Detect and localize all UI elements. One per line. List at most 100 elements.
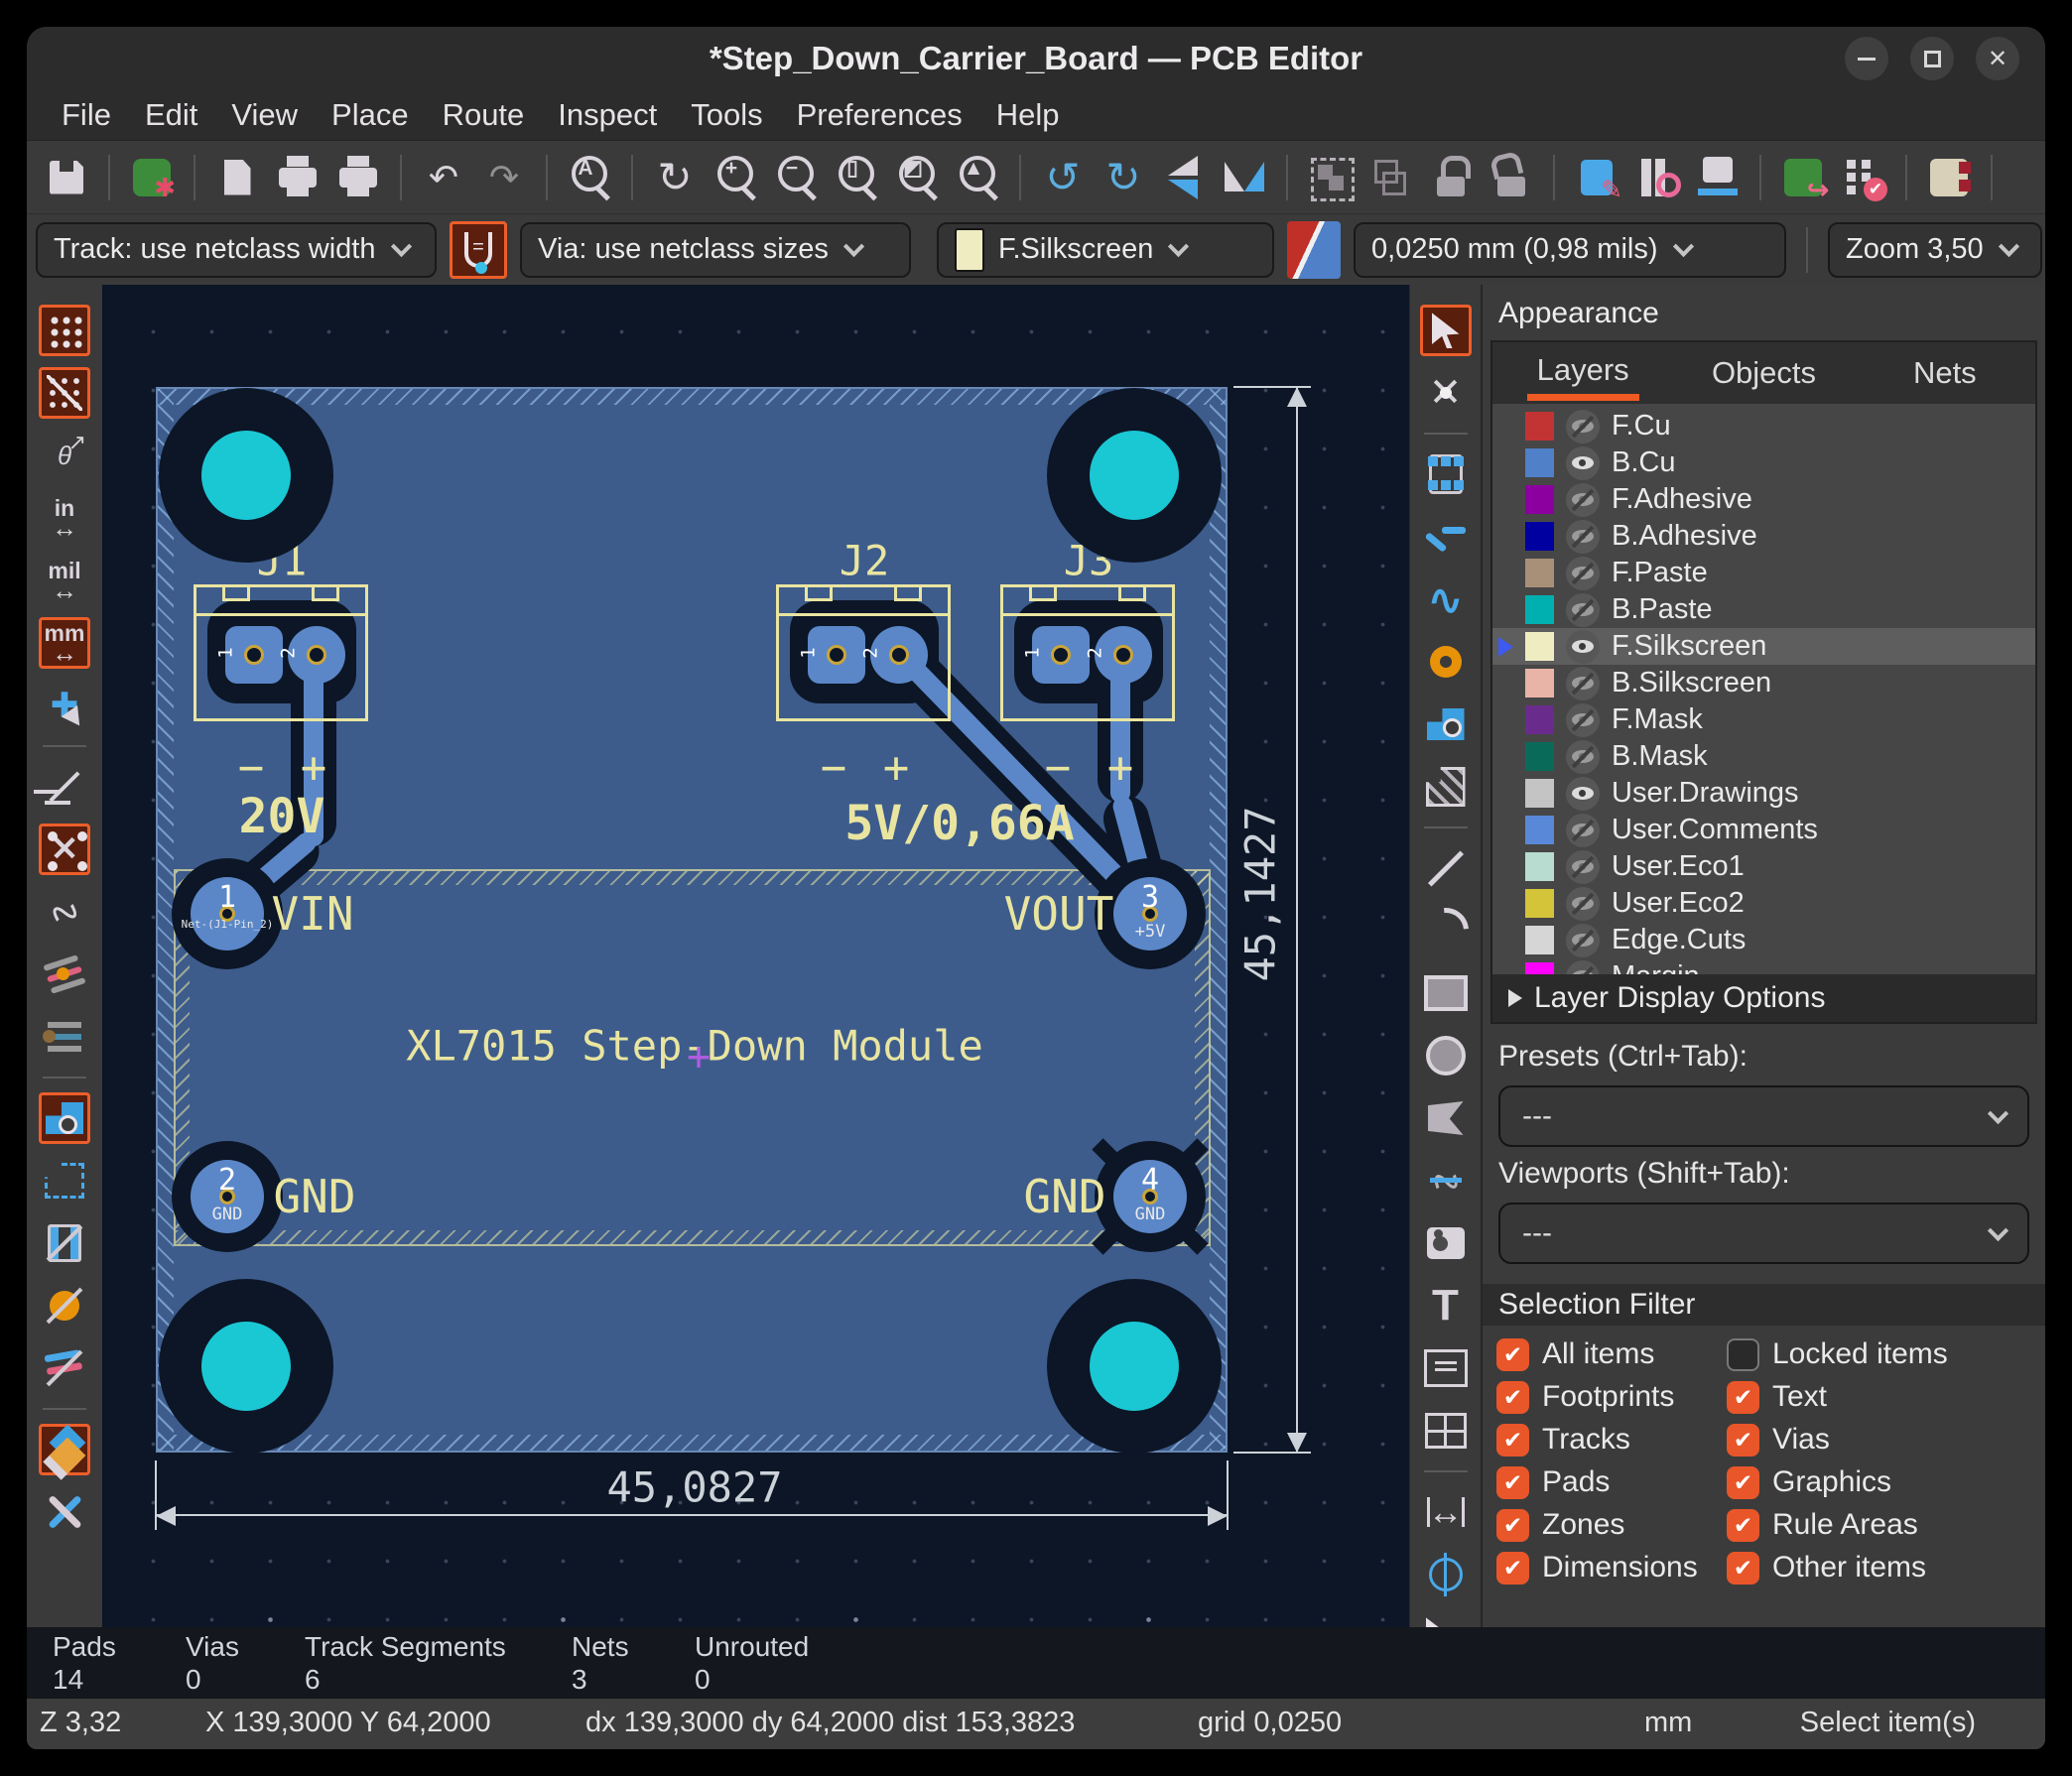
- rotate-cw-icon[interactable]: [1098, 152, 1149, 203]
- add-filled-zone-icon[interactable]: [1420, 698, 1472, 750]
- connector-j3[interactable]: 1 2: [1000, 584, 1175, 721]
- layer-color-swatch[interactable]: [1525, 889, 1554, 918]
- zoom-to-selection-icon[interactable]: ▲: [952, 152, 1003, 203]
- filter-graphics[interactable]: Graphics: [1727, 1465, 2041, 1499]
- filter-rule-areas[interactable]: Rule Areas: [1727, 1508, 2041, 1542]
- grid-origin-icon[interactable]: [1420, 1549, 1472, 1600]
- via-size-select[interactable]: Via: use netclass sizes: [520, 222, 911, 278]
- page-settings-icon[interactable]: [211, 152, 263, 203]
- net-inspector-icon[interactable]: [39, 1011, 90, 1063]
- group-icon[interactable]: [1304, 152, 1356, 203]
- route-tracks-icon[interactable]: [1420, 511, 1472, 563]
- units-inches-icon[interactable]: in: [39, 492, 90, 544]
- visibility-eye-icon[interactable]: [1566, 410, 1600, 444]
- grid-select[interactable]: 0,0250 mm (0,98 mils): [1354, 222, 1786, 278]
- layer-color-swatch[interactable]: [1525, 742, 1554, 771]
- viewports-select[interactable]: ---: [1498, 1203, 2029, 1264]
- undo-icon[interactable]: [418, 152, 469, 203]
- add-image-icon[interactable]: [1420, 1217, 1472, 1269]
- layer-row-fmask[interactable]: F.Mask: [1492, 701, 2035, 738]
- footprint-editor-icon[interactable]: [1571, 152, 1622, 203]
- tab-layers[interactable]: Layers: [1492, 342, 1673, 404]
- layer-row-userdrawings[interactable]: User.Drawings: [1492, 775, 2035, 812]
- layers-manager-icon[interactable]: [39, 1424, 90, 1475]
- mounting-hole[interactable]: [159, 1279, 333, 1454]
- layer-row-badhesive[interactable]: B.Adhesive: [1492, 518, 2035, 555]
- menu-place[interactable]: Place: [315, 97, 426, 133]
- hide-pads-icon[interactable]: [39, 1280, 90, 1332]
- grid-dots-diagonal-icon[interactable]: [39, 367, 90, 419]
- menu-file[interactable]: File: [45, 97, 128, 133]
- auto-track-width-button[interactable]: =: [450, 221, 507, 279]
- flip-horizontal-icon[interactable]: [1219, 152, 1270, 203]
- layer-color-swatch[interactable]: [1525, 595, 1554, 624]
- add-footprint-icon[interactable]: [1420, 448, 1472, 500]
- layer-pair-toggle-icon[interactable]: [1287, 221, 1341, 279]
- unlock-icon[interactable]: [1486, 152, 1537, 203]
- track-width-select[interactable]: Track: use netclass width: [36, 222, 437, 278]
- filter-footprints[interactable]: Footprints: [1496, 1380, 1727, 1414]
- layer-color-swatch[interactable]: [1525, 669, 1554, 698]
- visibility-eye-icon[interactable]: [1566, 667, 1600, 700]
- menu-route[interactable]: Route: [426, 97, 542, 133]
- maximize-button[interactable]: [1910, 37, 1954, 80]
- hide-footprints-icon[interactable]: [39, 1217, 90, 1269]
- layer-row-fadhesive[interactable]: F.Adhesive: [1492, 481, 2035, 518]
- refresh-view-icon[interactable]: [649, 152, 701, 203]
- zoom-out-icon[interactable]: −: [770, 152, 822, 203]
- visibility-eye-icon[interactable]: [1566, 814, 1600, 847]
- layer-color-swatch[interactable]: [1525, 926, 1554, 954]
- visibility-eye-icon[interactable]: [1566, 557, 1600, 590]
- filter-vias[interactable]: Vias: [1727, 1423, 2041, 1457]
- layer-color-swatch[interactable]: [1525, 632, 1554, 661]
- highlight-net-icon[interactable]: [1420, 367, 1472, 419]
- redo-icon[interactable]: [478, 152, 530, 203]
- filter-pads[interactable]: Pads: [1496, 1465, 1727, 1499]
- layer-row-fsilkscreen[interactable]: F.Silkscreen: [1492, 628, 2035, 665]
- board-setup-icon[interactable]: [126, 152, 178, 203]
- pcb-canvas[interactable]: 1 Net-(J1-Pin_2) 3 +5V 2 GND 4 GND: [102, 285, 1409, 1627]
- layer-row-bsilkscreen[interactable]: B.Silkscreen: [1492, 665, 2035, 701]
- layer-row-usercomments[interactable]: User.Comments: [1492, 812, 2035, 848]
- schematic-editor-icon[interactable]: [1923, 152, 1975, 203]
- layer-row-margin[interactable]: Margin: [1492, 958, 2035, 974]
- visibility-eye-icon[interactable]: [1566, 446, 1600, 480]
- menu-inspect[interactable]: Inspect: [541, 97, 674, 133]
- units-mils-icon[interactable]: mil: [39, 555, 90, 606]
- zoom-select[interactable]: Zoom 3,50: [1828, 222, 2042, 278]
- pad-4-gnd[interactable]: 4 GND: [1095, 1141, 1206, 1252]
- visibility-eye-icon[interactable]: [1566, 703, 1600, 737]
- design-rules-checker-icon[interactable]: [1838, 152, 1889, 203]
- select-tool-icon[interactable]: [1420, 305, 1472, 356]
- delete-tool-icon[interactable]: [1420, 1611, 1472, 1627]
- layer-row-fpaste[interactable]: F.Paste: [1492, 555, 2035, 591]
- draw-bezier-icon[interactable]: [1420, 1155, 1472, 1206]
- lock-icon[interactable]: [1425, 152, 1477, 203]
- layer-color-swatch[interactable]: [1525, 852, 1554, 881]
- layer-row-usereco2[interactable]: User.Eco2: [1492, 885, 2035, 922]
- zones-outline-icon[interactable]: [39, 1155, 90, 1206]
- add-via-icon[interactable]: [1420, 636, 1472, 688]
- visibility-eye-icon[interactable]: [1566, 924, 1600, 957]
- presets-select[interactable]: ---: [1498, 1085, 2029, 1147]
- update-pcb-from-schematic-icon[interactable]: [1777, 152, 1829, 203]
- visibility-eye-icon[interactable]: [1566, 850, 1600, 884]
- menu-view[interactable]: View: [214, 97, 315, 133]
- visibility-eye-icon[interactable]: [1566, 630, 1600, 664]
- visibility-eye-icon[interactable]: [1566, 887, 1600, 921]
- layer-color-swatch[interactable]: [1525, 412, 1554, 441]
- mounting-hole[interactable]: [1047, 1279, 1222, 1454]
- filter-text[interactable]: Text: [1727, 1380, 2041, 1414]
- draw-circle-icon[interactable]: [1420, 1030, 1472, 1081]
- print-icon[interactable]: [272, 152, 324, 203]
- pad-1-vin[interactable]: 1 Net-(J1-Pin_2): [172, 858, 283, 969]
- footprint-library-browser-icon[interactable]: [1631, 152, 1683, 203]
- visibility-eye-icon[interactable]: [1566, 483, 1600, 517]
- visibility-eye-icon[interactable]: [1566, 593, 1600, 627]
- add-dimension-icon[interactable]: [1420, 1486, 1472, 1538]
- draw-polygon-icon[interactable]: [1420, 1092, 1472, 1144]
- filter-locked-items[interactable]: Locked items: [1727, 1337, 2041, 1371]
- connector-j2[interactable]: 1 2: [776, 584, 951, 721]
- layer-row-usereco1[interactable]: User.Eco1: [1492, 848, 2035, 885]
- connector-j1[interactable]: 1 2: [194, 584, 368, 721]
